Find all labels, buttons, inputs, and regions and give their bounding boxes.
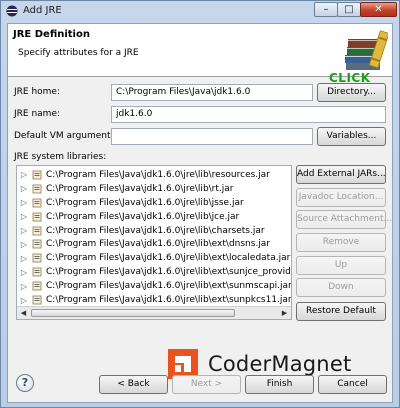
scrollbar-thumb[interactable] (31, 309, 235, 317)
back-button[interactable]: < Back (99, 375, 168, 394)
cancel-button[interactable]: Cancel (318, 375, 387, 394)
jar-icon (32, 212, 42, 222)
dialog-body: JRE Definition Specify attributes for a … (7, 23, 393, 403)
expand-arrow-icon[interactable]: ▷ (18, 282, 30, 291)
restore-default-button[interactable]: Restore Default (296, 302, 386, 321)
add-jre-dialog: Add JRE – □ ✕ JRE Definition Specify att… (0, 0, 400, 408)
list-item[interactable]: ▷ C:\Program Files\Java\jdk1.6.0\jre\lib\… (17, 238, 291, 252)
javadoc-location-button[interactable]: Javadoc Location... (296, 188, 386, 207)
library-path: C:\Program Files\Java\jdk1.6.0\jre\lib\e… (46, 281, 292, 292)
down-button[interactable]: Down (296, 278, 386, 297)
expand-arrow-icon[interactable]: ▷ (18, 170, 30, 179)
scroll-right-icon[interactable]: ▶ (278, 307, 291, 319)
library-path: C:\Program Files\Java\jdk1.6.0\jre\lib\e… (46, 239, 271, 250)
expand-arrow-icon[interactable]: ▷ (18, 254, 30, 263)
help-button[interactable]: ? (16, 374, 34, 392)
expand-arrow-icon[interactable]: ▷ (18, 240, 30, 249)
close-button[interactable]: ✕ (360, 2, 397, 17)
next-button[interactable]: Next > (172, 375, 241, 394)
page-description: Specify attributes for a JRE (18, 48, 139, 58)
jre-name-input[interactable]: jdk1.6.0 (111, 106, 386, 123)
jar-icon (32, 281, 42, 291)
add-external-jars-button[interactable]: Add External JARs... (296, 165, 386, 184)
jre-name-label: JRE name: (14, 109, 61, 119)
list-item[interactable]: ▷ C:\Program Files\Java\jdk1.6.0\jre\lib\… (17, 265, 292, 279)
up-button[interactable]: Up (296, 256, 386, 275)
variables-button[interactable]: Variables... (317, 127, 386, 146)
scroll-left-icon[interactable]: ◀ (17, 307, 30, 319)
finish-button[interactable]: Finish (245, 375, 314, 394)
library-path: C:\Program Files\Java\jdk1.6.0\jre\lib\r… (46, 169, 270, 180)
library-path: C:\Program Files\Java\jdk1.6.0\jre\lib\c… (46, 225, 265, 236)
jar-icon (32, 253, 42, 263)
library-path: C:\Program Files\Java\jdk1.6.0\jre\lib\j… (46, 197, 244, 208)
list-item[interactable]: ▷ C:\Program Files\Java\jdk1.6.0\jre\lib\… (17, 182, 291, 196)
maximize-button[interactable]: □ (337, 2, 361, 17)
source-attachment-button[interactable]: Source Attachment... (296, 210, 392, 229)
jre-home-label: JRE home: (14, 87, 61, 97)
expand-arrow-icon[interactable]: ▷ (18, 268, 30, 277)
list-item[interactable]: ▷ C:\Program Files\Java\jdk1.6.0\jre\lib\… (17, 224, 291, 238)
list-item[interactable]: ▷ C:\Program Files\Java\jdk1.6.0\jre\lib\… (17, 279, 292, 293)
libraries-label: JRE system libraries: (14, 152, 107, 162)
list-item[interactable]: ▷ C:\Program Files\Java\jdk1.6.0\jre\lib\… (17, 168, 291, 182)
jar-icon (32, 198, 42, 208)
list-item[interactable]: ▷ C:\Program Files\Java\jdk1.6.0\jre\lib\… (17, 210, 291, 224)
expand-arrow-icon[interactable]: ▷ (18, 184, 30, 193)
jar-icon (32, 184, 42, 194)
jre-libraries-tree[interactable]: ▷ C:\Program Files\Java\jdk1.6.0\jre\lib\… (16, 165, 292, 320)
horizontal-scrollbar[interactable]: ◀ ▶ (17, 306, 291, 319)
wizard-header: JRE Definition Specify attributes for a … (8, 24, 392, 85)
watermark-text: CoderMagnet (208, 352, 352, 376)
title-bar[interactable]: Add JRE – □ ✕ (1, 1, 399, 21)
list-item[interactable]: ▷ C:\Program Files\Java\jdk1.6.0\jre\lib\… (17, 293, 292, 307)
jre-home-input[interactable]: C:\Program Files\Java\jdk1.6.0 (111, 84, 313, 101)
list-item[interactable]: ▷ C:\Program Files\Java\jdk1.6.0\jre\lib\… (17, 196, 291, 210)
page-title: JRE Definition (13, 29, 90, 40)
jar-icon (32, 170, 42, 180)
expand-arrow-icon[interactable]: ▷ (18, 212, 30, 221)
library-path: C:\Program Files\Java\jdk1.6.0\jre\lib\e… (46, 267, 292, 278)
library-path: C:\Program Files\Java\jdk1.6.0\jre\lib\e… (46, 295, 292, 306)
jar-icon (32, 267, 42, 277)
library-path: C:\Program Files\Java\jdk1.6.0\jre\lib\e… (46, 253, 291, 264)
jar-icon (32, 295, 42, 305)
expand-arrow-icon[interactable]: ▷ (18, 226, 30, 235)
eclipse-icon (6, 5, 18, 17)
expand-arrow-icon[interactable]: ▷ (18, 296, 30, 305)
library-path: C:\Program Files\Java\jdk1.6.0\jre\lib\j… (46, 211, 240, 222)
expand-arrow-icon[interactable]: ▷ (18, 198, 30, 207)
window-title: Add JRE (23, 5, 62, 16)
remove-button[interactable]: Remove (296, 233, 386, 252)
library-path: C:\Program Files\Java\jdk1.6.0\jre\lib\r… (46, 183, 234, 194)
jar-icon (32, 226, 42, 235)
jar-icon (32, 240, 42, 249)
minimize-button[interactable]: – (314, 2, 338, 17)
vm-args-label: Default VM arguments: (14, 131, 119, 141)
directory-button[interactable]: Directory... (317, 83, 386, 102)
list-item[interactable]: ▷ C:\Program Files\Java\jdk1.6.0\jre\lib\… (17, 251, 291, 265)
vm-args-input[interactable] (111, 128, 313, 145)
library-books-icon (345, 30, 388, 70)
